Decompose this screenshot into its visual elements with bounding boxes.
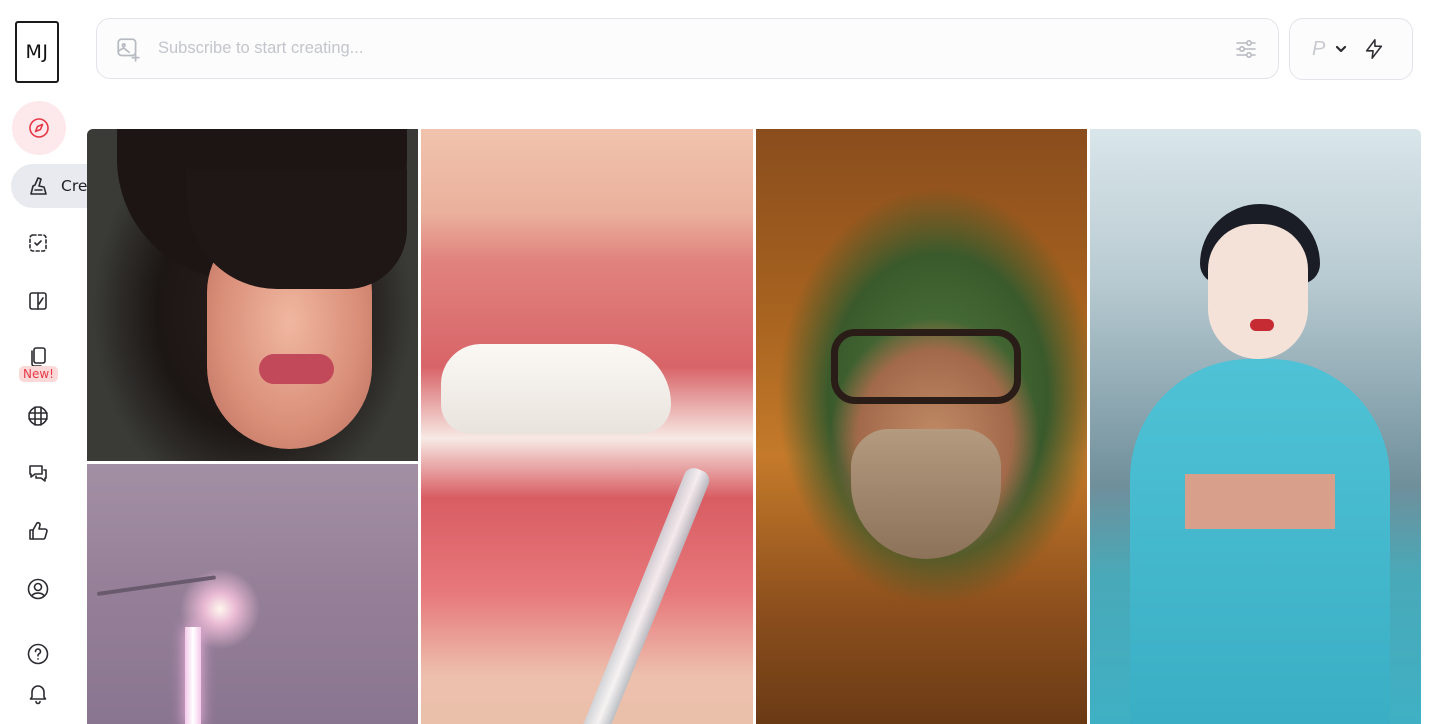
image-detail <box>1130 359 1390 724</box>
image-detail <box>185 627 201 724</box>
nav-updates[interactable] <box>15 670 61 716</box>
gallery-image-geisha-scooter[interactable] <box>1090 129 1421 724</box>
image-detail <box>831 329 1021 404</box>
prompt-input[interactable] <box>156 38 1232 59</box>
question-circle-icon <box>27 643 49 665</box>
mode-selector[interactable]: P <box>1289 18 1413 80</box>
gallery-image-woman-portrait[interactable] <box>87 129 418 461</box>
bell-icon <box>29 685 47 705</box>
image-detail <box>575 465 713 724</box>
chevron-down-icon[interactable] <box>1335 42 1349 56</box>
logo[interactable]: MJ <box>15 21 59 83</box>
thumbs-up-icon <box>29 521 48 540</box>
nav-edit[interactable] <box>15 220 61 266</box>
lightning-icon[interactable] <box>1363 36 1389 62</box>
image-detail <box>851 429 1001 559</box>
user-circle-icon <box>27 578 49 600</box>
gallery-image-glossy-lips[interactable] <box>421 129 753 724</box>
gallery-image-foggy-street[interactable] <box>87 464 418 724</box>
add-image-icon[interactable] <box>114 35 142 63</box>
image-detail <box>259 354 334 384</box>
sidebar: MJ Create New! <box>0 0 129 724</box>
nav-organize[interactable] <box>15 393 61 439</box>
image-detail <box>441 344 671 434</box>
mode-label: P <box>1312 37 1326 60</box>
image-detail <box>1185 474 1335 529</box>
split-square-icon <box>29 292 47 310</box>
image-detail <box>1208 224 1308 359</box>
settings-sliders-icon[interactable] <box>1232 35 1260 63</box>
nav-personalize[interactable] <box>15 278 61 324</box>
prompt-bar <box>96 18 1279 79</box>
image-detail <box>1250 319 1274 331</box>
image-detail <box>96 575 217 596</box>
chat-bubbles-icon <box>29 465 47 482</box>
dashed-square-icon <box>29 234 47 252</box>
nav-tasks[interactable] <box>15 508 61 554</box>
brush-hand-icon <box>30 177 47 195</box>
nav-chat[interactable] <box>15 450 61 496</box>
compass-icon <box>29 118 49 138</box>
new-badge: New! <box>19 366 58 382</box>
nav-profile[interactable] <box>15 566 61 612</box>
nav-explore[interactable] <box>12 101 66 155</box>
gallery-image-bearded-man[interactable] <box>756 129 1087 724</box>
grid-icon <box>28 406 48 426</box>
